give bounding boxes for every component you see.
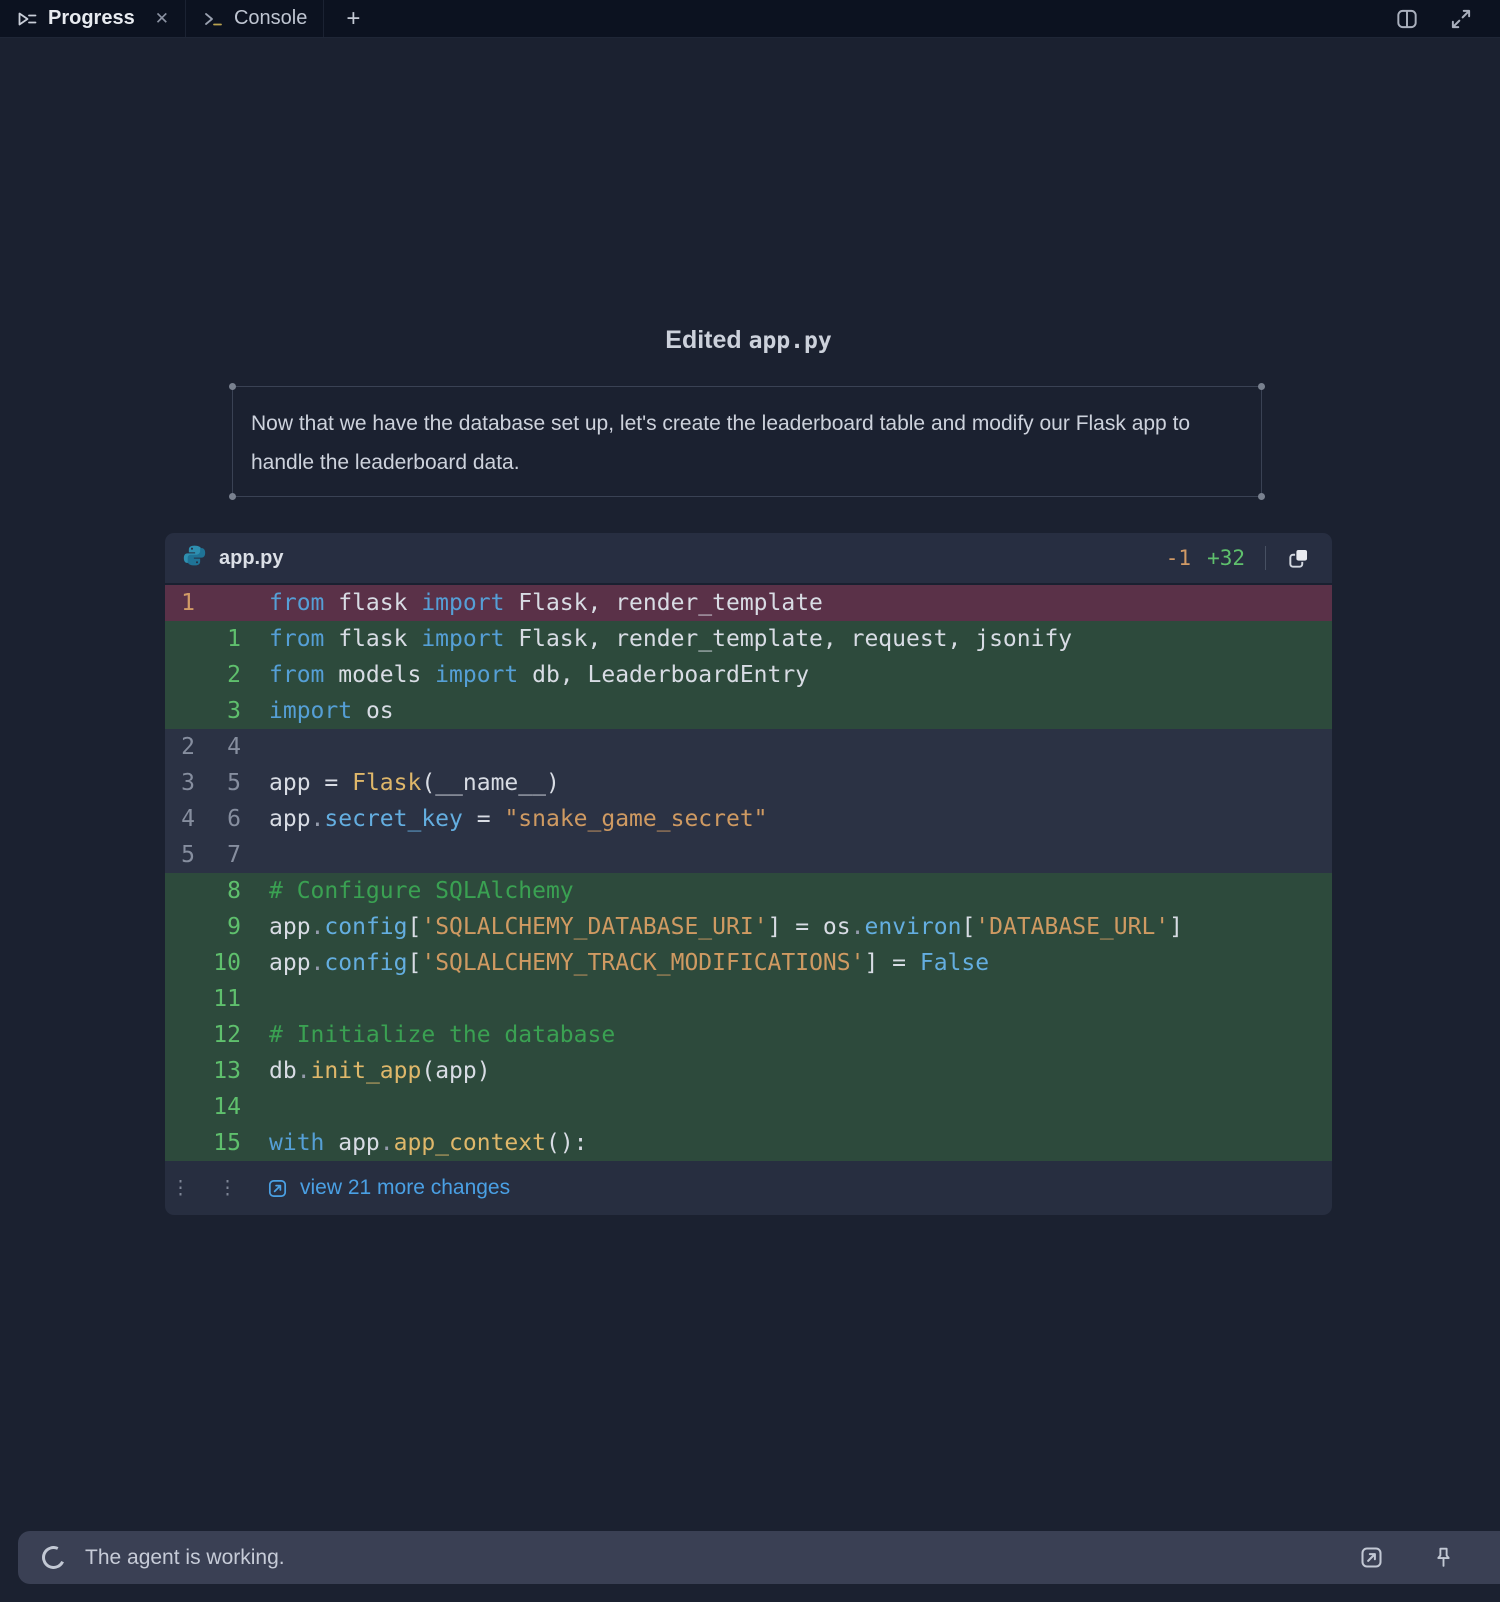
tab-progress[interactable]: Progress ✕ bbox=[0, 0, 186, 37]
agent-message: Now that we have the database set up, le… bbox=[232, 386, 1262, 497]
expand-icon[interactable] bbox=[1448, 6, 1474, 32]
new-line-number: 13 bbox=[195, 1058, 241, 1084]
old-line-number: 5 bbox=[165, 842, 195, 868]
split-view-icon[interactable] bbox=[1394, 6, 1420, 32]
new-line-number: 4 bbox=[195, 734, 241, 760]
pin-button[interactable] bbox=[1431, 1545, 1456, 1570]
diff-line: 8# Configure SQLAlchemy bbox=[165, 873, 1332, 909]
gutter-ellipsis-icon: ⋮ bbox=[165, 1177, 191, 1200]
diff-line: 35app = Flask(__name__) bbox=[165, 765, 1332, 801]
status-actions bbox=[1358, 1544, 1500, 1571]
diff-line: 1 from flask import Flask, render_templat… bbox=[165, 585, 1332, 621]
old-line-number: 4 bbox=[165, 806, 195, 832]
new-line-number: 14 bbox=[195, 1094, 241, 1120]
diff-line: 13db.init_app(app) bbox=[165, 1053, 1332, 1089]
new-line-number: 1 bbox=[195, 626, 241, 652]
copy-icon bbox=[1286, 545, 1312, 571]
diff-line: 2from models import db, LeaderboardEntry bbox=[165, 657, 1332, 693]
removed-count: -1 bbox=[1166, 546, 1191, 570]
status-bar: The agent is working. bbox=[18, 1531, 1500, 1584]
tab-console-label: Console bbox=[234, 7, 307, 30]
new-tab-button[interactable]: + bbox=[324, 0, 382, 37]
diff-file-name: app.py bbox=[219, 547, 283, 570]
old-line-number: 3 bbox=[165, 770, 195, 796]
code-text: # Initialize the database bbox=[241, 1022, 615, 1048]
code-text: from models import db, LeaderboardEntry bbox=[241, 662, 809, 688]
new-line-number: 8 bbox=[195, 878, 241, 904]
diff-file-header: app.py -1 +32 bbox=[165, 533, 1332, 585]
diff-line: 10app.config['SQLALCHEMY_TRACK_MODIFICAT… bbox=[165, 945, 1332, 981]
diff-line: 24 bbox=[165, 729, 1332, 765]
old-line-number: 1 bbox=[165, 590, 195, 616]
new-line-number: 3 bbox=[195, 698, 241, 724]
code-text: import os bbox=[241, 698, 394, 724]
diff-line: 57 bbox=[165, 837, 1332, 873]
new-line-number: 12 bbox=[195, 1022, 241, 1048]
diff-line: 3import os bbox=[165, 693, 1332, 729]
diff-line: 15with app.app_context(): bbox=[165, 1125, 1332, 1161]
status-text: The agent is working. bbox=[85, 1546, 285, 1570]
diff-footer: ⋮ ⋮ view 21 more changes bbox=[165, 1161, 1332, 1215]
code-text: from flask import Flask, render_template bbox=[241, 590, 823, 616]
new-line-number: 11 bbox=[195, 986, 241, 1012]
external-link-icon bbox=[266, 1177, 289, 1200]
code-text: app = Flask(__name__) bbox=[241, 770, 560, 796]
diff-line: 11 bbox=[165, 981, 1332, 1017]
header-divider bbox=[1265, 546, 1266, 570]
code-text: app.config['SQLALCHEMY_TRACK_MODIFICATIO… bbox=[241, 950, 989, 976]
diff-line: 14 bbox=[165, 1089, 1332, 1125]
page-title: Edited app.py bbox=[165, 326, 1332, 355]
new-line-number: 10 bbox=[195, 950, 241, 976]
pin-icon bbox=[1431, 1545, 1456, 1570]
view-more-label: view 21 more changes bbox=[300, 1176, 510, 1200]
diff-line: 46app.secret_key = "snake_game_secret" bbox=[165, 801, 1332, 837]
diff-lines: 1from flask import Flask, render_templat… bbox=[165, 585, 1332, 1161]
old-line-number: 2 bbox=[165, 734, 195, 760]
gutter-ellipsis-icon: ⋮ bbox=[191, 1177, 238, 1200]
tab-console[interactable]: Console bbox=[186, 0, 324, 37]
code-text: db.init_app(app) bbox=[241, 1058, 491, 1084]
code-text: with app.app_context(): bbox=[241, 1130, 588, 1156]
new-line-number: 15 bbox=[195, 1130, 241, 1156]
page-title-action: Edited bbox=[665, 326, 748, 354]
code-text: from flask import Flask, render_template… bbox=[241, 626, 1072, 652]
terminal-icon bbox=[202, 8, 224, 30]
window-controls bbox=[1394, 0, 1500, 37]
copy-button[interactable] bbox=[1286, 545, 1312, 571]
page-title-file: app.py bbox=[749, 328, 832, 354]
python-icon bbox=[183, 544, 206, 572]
diff-line: 1from flask import Flask, render_templat… bbox=[165, 621, 1332, 657]
diff-line: 12# Initialize the database bbox=[165, 1017, 1332, 1053]
code-text: # Configure SQLAlchemy bbox=[241, 878, 574, 904]
corner-dot bbox=[1258, 383, 1265, 390]
agent-message-text: Now that we have the database set up, le… bbox=[233, 387, 1261, 499]
new-line-number: 9 bbox=[195, 914, 241, 940]
code-diff-panel: app.py -1 +32 1from flask import Flask, … bbox=[165, 533, 1332, 1215]
new-line-number: 2 bbox=[195, 662, 241, 688]
new-line-number: 6 bbox=[195, 806, 241, 832]
open-external-icon bbox=[1358, 1544, 1385, 1571]
app-window: Progress ✕ Console + bbox=[0, 0, 1500, 1602]
tab-close-icon[interactable]: ✕ bbox=[155, 9, 169, 29]
code-text: app.config['SQLALCHEMY_DATABASE_URI'] = … bbox=[241, 914, 1183, 940]
new-line-number: 7 bbox=[195, 842, 241, 868]
new-line-number: 5 bbox=[195, 770, 241, 796]
progress-icon bbox=[16, 8, 38, 30]
plus-icon: + bbox=[346, 5, 360, 33]
view-more-link[interactable]: view 21 more changes bbox=[266, 1176, 510, 1200]
diff-line: 9app.config['SQLALCHEMY_DATABASE_URI'] =… bbox=[165, 909, 1332, 945]
corner-dot bbox=[1258, 493, 1265, 500]
corner-dot bbox=[229, 493, 236, 500]
added-count: +32 bbox=[1207, 546, 1245, 570]
diff-counts: -1 +32 bbox=[1166, 545, 1312, 571]
tab-progress-label: Progress bbox=[48, 7, 135, 30]
code-text: app.secret_key = "snake_game_secret" bbox=[241, 806, 768, 832]
open-external-button[interactable] bbox=[1358, 1544, 1385, 1571]
tab-bar: Progress ✕ Console + bbox=[0, 0, 1500, 38]
corner-dot bbox=[229, 383, 236, 390]
spinner-icon bbox=[39, 1543, 68, 1572]
